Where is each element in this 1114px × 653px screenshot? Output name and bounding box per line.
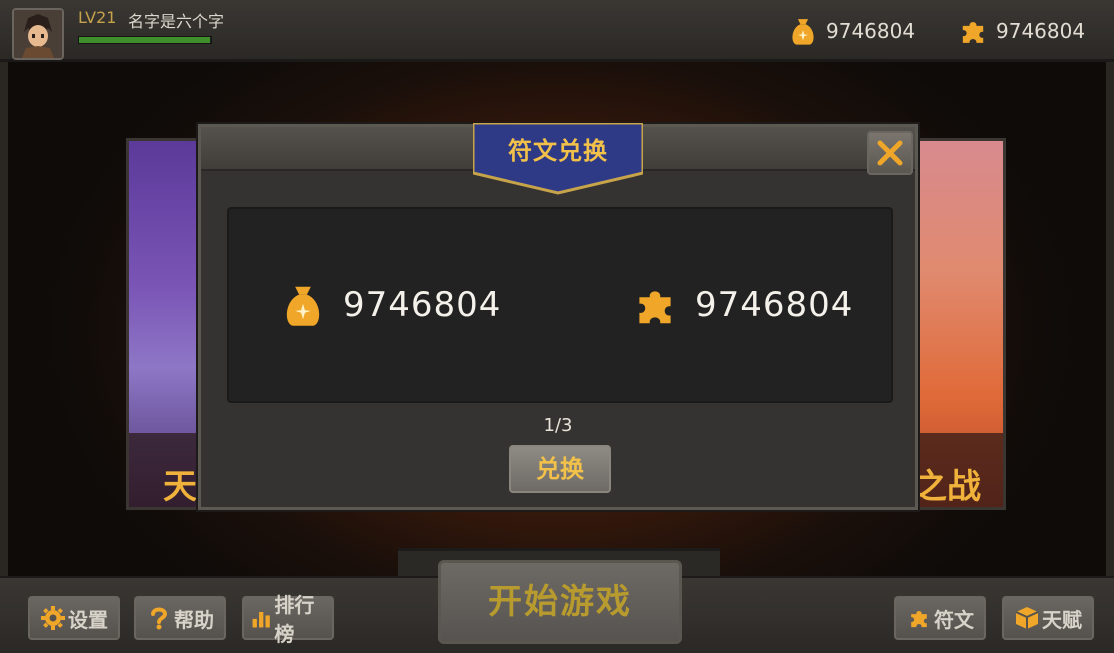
exchange-panel: 9746804 9746804 (227, 207, 893, 403)
gold-value: 9746804 (343, 285, 502, 325)
close-button[interactable] (867, 131, 913, 175)
puzzle-icon (962, 22, 984, 43)
money-bag-icon (286, 286, 320, 326)
rune-value: 9746804 (695, 285, 854, 325)
gold-counter: 9746804 (786, 14, 915, 48)
avatar[interactable] (12, 8, 64, 60)
talent-button[interactable]: 天赋 (1002, 596, 1094, 640)
rune-resource: 9746804 (629, 279, 853, 331)
rune-button-label: 符文 (934, 607, 974, 632)
card-right-label: 之战 (913, 467, 981, 507)
close-icon (877, 140, 903, 166)
rune-exchange-dialog: 符文兑换 9746804 9746804 1/3 兑换 (198, 123, 918, 510)
money-bag-icon (792, 19, 814, 45)
help-button[interactable]: 帮助 (134, 596, 226, 640)
exchange-button[interactable]: 兑换 (509, 445, 611, 493)
top-bar: LV21 名字是六个字 9746804 9746804 (0, 0, 1114, 62)
help-label: 帮助 (174, 607, 214, 632)
settings-button[interactable]: 设置 (28, 596, 120, 640)
gold-resource: 9746804 (277, 279, 501, 331)
player-level: LV21 (78, 8, 117, 27)
box-icon (1015, 607, 1039, 629)
rune-button[interactable]: 符文 (894, 596, 986, 640)
dialog-title: 符文兑换 (508, 137, 608, 165)
page-indicator: 1/3 (543, 415, 573, 436)
gear-icon (41, 606, 65, 630)
puzzle-icon (639, 291, 671, 324)
xp-bar-fill (79, 37, 210, 43)
leaderboard-button[interactable]: 排行榜 (242, 593, 334, 646)
rune-amount: 9746804 (996, 19, 1086, 43)
talent-label: 天赋 (1042, 607, 1082, 632)
gold-amount: 9746804 (826, 19, 916, 43)
player-name: 名字是六个字 (128, 12, 225, 31)
puzzle-icon (911, 611, 927, 628)
frame-right (1106, 60, 1114, 580)
rune-counter: 9746804 (956, 14, 1085, 48)
question-icon (151, 607, 168, 630)
leaderboard-label: 排行榜 (274, 593, 315, 646)
start-game-button[interactable]: 开始游戏 (438, 560, 682, 644)
frame-left (0, 60, 8, 580)
card-left-label: 天 (163, 467, 197, 507)
settings-label: 设置 (68, 607, 108, 632)
avatar-icon (14, 10, 62, 58)
xp-bar (78, 36, 212, 44)
chart-icon (252, 611, 270, 628)
